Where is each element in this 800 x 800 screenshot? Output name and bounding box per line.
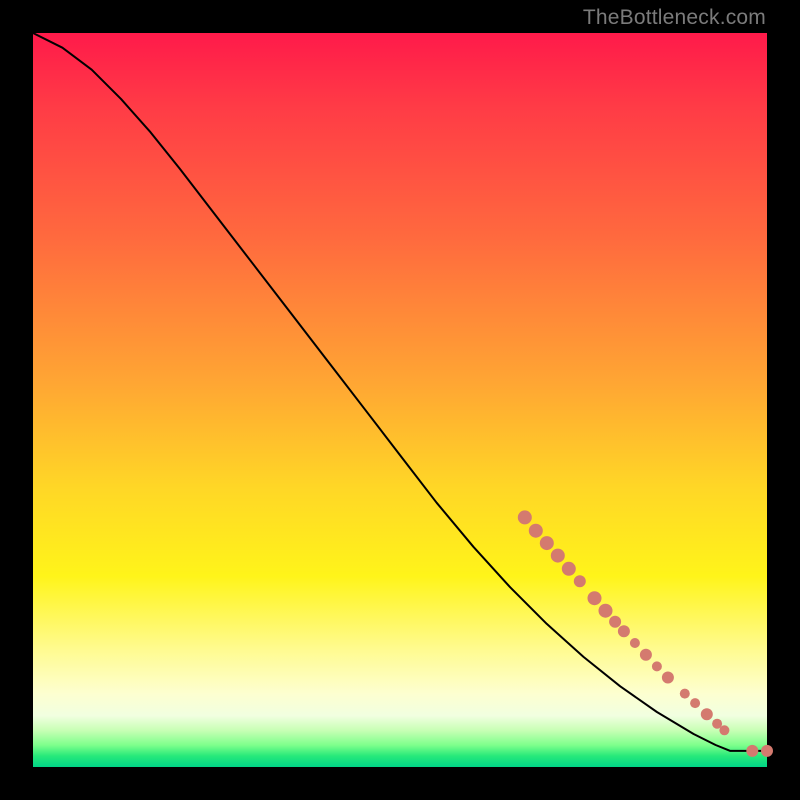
data-marker [540, 536, 554, 550]
data-marker [630, 638, 640, 648]
data-marker [599, 604, 613, 618]
markers-group [518, 510, 773, 757]
data-marker [574, 575, 586, 587]
data-marker [701, 708, 713, 720]
attribution-label: TheBottleneck.com [583, 6, 766, 30]
data-marker [588, 591, 602, 605]
data-marker [562, 562, 576, 576]
data-marker [529, 524, 543, 538]
data-marker [518, 510, 532, 524]
data-marker [652, 661, 662, 671]
chart-frame: TheBottleneck.com [0, 0, 800, 800]
data-marker [680, 689, 690, 699]
data-marker [690, 698, 700, 708]
data-marker [618, 625, 630, 637]
data-marker [746, 745, 758, 757]
data-marker [640, 649, 652, 661]
bottleneck-curve [33, 33, 767, 751]
data-marker [609, 616, 621, 628]
data-marker [551, 549, 565, 563]
data-marker [719, 725, 729, 735]
data-marker [662, 672, 674, 684]
data-marker [761, 745, 773, 757]
chart-overlay [33, 33, 767, 767]
